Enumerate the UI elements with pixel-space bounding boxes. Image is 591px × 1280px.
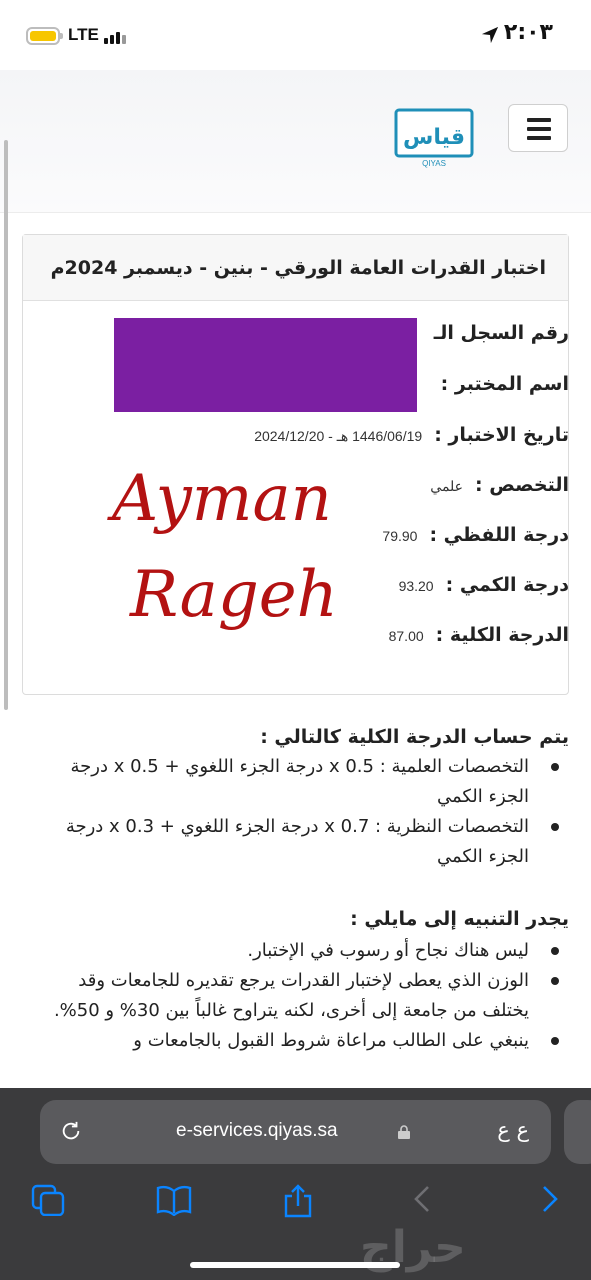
verbal-score-row: درجة اللفظي : 79.90	[382, 524, 569, 546]
back-icon[interactable]	[412, 1184, 432, 1214]
share-icon[interactable]	[283, 1184, 313, 1218]
total-score-row: الدرجة الكلية : 87.00	[389, 624, 569, 646]
home-indicator[interactable]	[190, 1262, 400, 1268]
quant-score-row: درجة الكمي : 93.20	[399, 574, 569, 596]
carrier-label: LTE	[68, 25, 99, 44]
total-score-value: 87.00	[388, 628, 424, 644]
svg-text:قياس: قياس	[403, 125, 465, 150]
test-date-label: تاريخ الاختبار :	[434, 424, 569, 446]
location-arrow-icon	[481, 26, 499, 44]
qiyas-logo[interactable]: قياس QIYAS	[394, 108, 474, 168]
signal-icon	[104, 28, 128, 44]
logo-caption: QIYAS	[422, 159, 446, 168]
verbal-score-value: 79.90	[382, 528, 418, 544]
list-item: التخصصات العلمية : 0.5 x درجة الجزء اللغ…	[29, 752, 559, 812]
site-header: قياس QIYAS	[0, 70, 591, 710]
major-row: التخصص : علمي	[430, 474, 569, 496]
redaction-block	[114, 318, 417, 412]
tabs-icon[interactable]	[31, 1184, 65, 1216]
major-value: علمي	[430, 478, 464, 494]
battery-icon	[26, 27, 63, 45]
list-item: التخصصات النظرية : 0.7 x درجة الجزء اللغ…	[29, 812, 559, 872]
hamburger-icon[interactable]	[508, 104, 568, 152]
address-bar[interactable]: e-services.qiyas.sa ع ع	[40, 1100, 551, 1164]
signature-ayman: Ayman	[112, 462, 332, 536]
notice-list: ليس هناك نجاح أو رسوب في الإختبار. الوزن…	[29, 936, 569, 1056]
calc-list: التخصصات العلمية : 0.5 x درجة الجزء اللغ…	[29, 752, 569, 872]
list-item: ينبغي على الطالب مراعاة شروط القبول بالج…	[29, 1026, 559, 1056]
lock-icon	[398, 1125, 410, 1139]
scrollbar[interactable]	[4, 140, 8, 710]
examinee-name-row: اسم المختبر :	[441, 373, 569, 395]
text-size-button[interactable]: ع ع	[497, 1118, 529, 1142]
list-item: الوزن الذي يعطى لإختبار القدرات يرجع تقد…	[29, 966, 559, 1026]
signature-rageh: Rageh	[130, 558, 338, 632]
verbal-score-label: درجة اللفظي :	[429, 524, 569, 546]
examinee-name-label: اسم المختبر :	[440, 373, 569, 395]
quant-score-label: درجة الكمي :	[445, 574, 569, 596]
list-item: ليس هناك نجاح أو رسوب في الإختبار.	[29, 936, 559, 966]
reload-icon[interactable]	[60, 1120, 82, 1142]
status-bar: LTE ٢:٠٣	[0, 0, 591, 70]
test-date-row: تاريخ الاختبار : 1446/06/19 هـ - 2024/12/…	[254, 424, 569, 446]
url-text[interactable]: e-services.qiyas.sa	[176, 1120, 338, 1142]
clock: ٢:٠٣	[503, 20, 553, 45]
record-number-row: رقم السجل الـ	[434, 322, 569, 344]
major-label: التخصص :	[475, 474, 569, 496]
quant-score-value: 93.20	[398, 578, 434, 594]
notice-title: يجدر التنبيه إلى مايلي :	[350, 908, 569, 930]
test-date-value: 1446/06/19 هـ - 2024/12/20	[254, 428, 423, 444]
next-tab-peek[interactable]	[564, 1100, 591, 1164]
calc-title: يتم حساب الدرجة الكلية كالتالي :	[260, 726, 569, 748]
total-score-label: الدرجة الكلية :	[435, 624, 569, 646]
card-header: اختبار القدرات العامة الورقي - بنين - دي…	[23, 235, 568, 301]
forward-icon[interactable]	[540, 1184, 560, 1214]
browser-toolbar: e-services.qiyas.sa ع ع	[0, 1088, 591, 1280]
card-title: اختبار القدرات العامة الورقي - بنين - دي…	[50, 257, 546, 279]
bookmarks-icon[interactable]	[156, 1184, 192, 1216]
record-number-label: رقم السجل الـ	[433, 322, 569, 344]
